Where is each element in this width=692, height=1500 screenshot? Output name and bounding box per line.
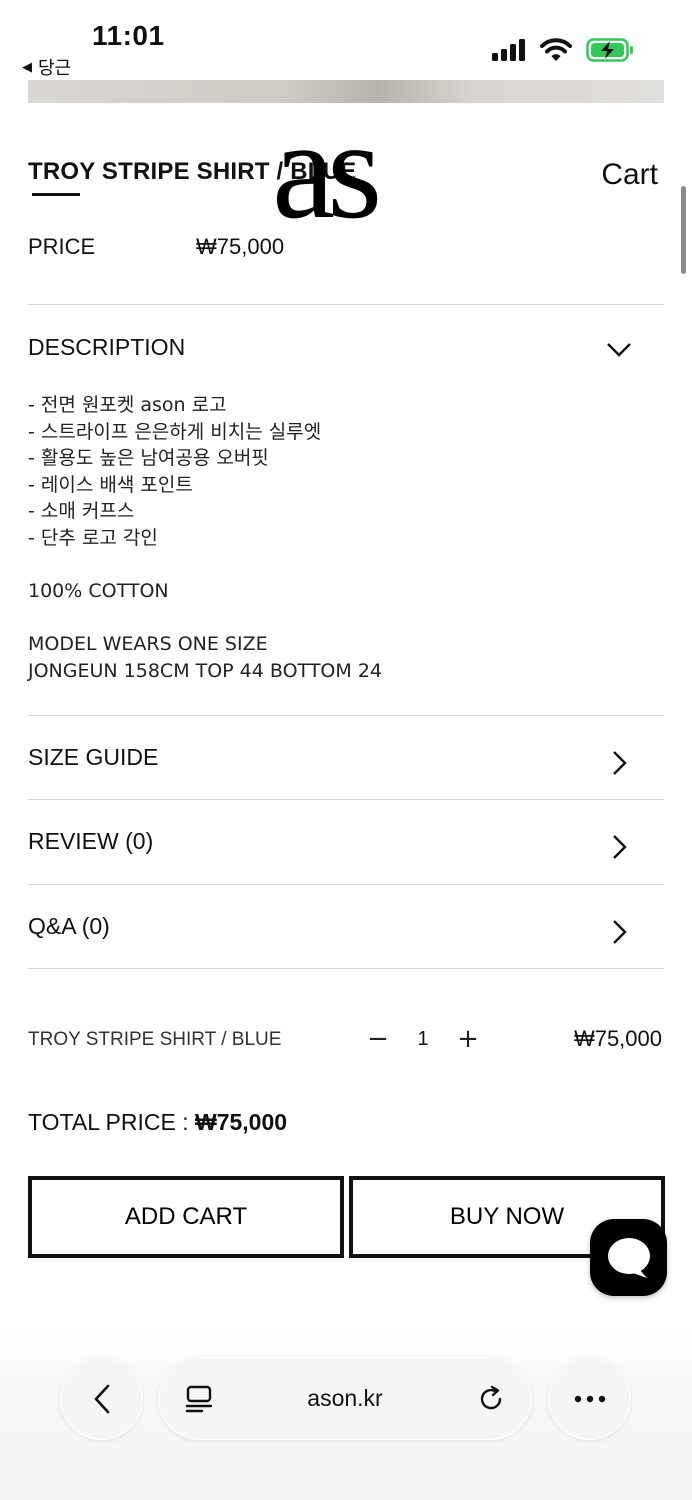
divider — [28, 884, 664, 885]
quantity-value[interactable]: 1 — [390, 1028, 456, 1051]
description-body: - 전면 원포켓 ason 로고 - 스트라이프 은은하게 비치는 실루엣 - … — [28, 392, 382, 685]
menu-icon[interactable] — [32, 193, 80, 196]
browser-back-button[interactable] — [60, 1357, 143, 1440]
total-value: ₩75,000 — [195, 1109, 288, 1135]
cart-link[interactable]: Cart — [601, 158, 658, 192]
chevron-left-icon — [94, 1384, 109, 1413]
battery-charging-icon — [586, 38, 633, 62]
description-line: - 스트라이프 은은하게 비치는 실루엣 — [28, 420, 322, 443]
chat-button[interactable] — [590, 1219, 667, 1296]
quantity-decrease-button[interactable]: − — [366, 1024, 390, 1054]
more-dots-icon — [574, 1395, 605, 1402]
divider — [28, 968, 664, 969]
total-price: TOTAL PRICE : ₩75,000 — [28, 1109, 287, 1136]
brand-logo[interactable]: as — [272, 98, 382, 240]
add-cart-button[interactable]: ADD CART — [28, 1176, 344, 1258]
scrollbar[interactable] — [681, 186, 686, 274]
chevron-right-icon[interactable] — [604, 748, 634, 778]
quantity-increase-button[interactable]: + — [456, 1024, 480, 1054]
order-item-price: ₩75,000 — [573, 1026, 662, 1051]
address-bar[interactable]: ason.kr — [158, 1357, 532, 1440]
status-time: 11:01 — [92, 20, 165, 51]
description-line: - 전면 원포켓 ason 로고 — [28, 394, 227, 416]
chat-bubble-icon — [607, 1237, 650, 1278]
divider — [28, 715, 664, 716]
url-text[interactable]: ason.kr — [307, 1385, 382, 1412]
size-guide-link[interactable]: SIZE GUIDE — [28, 744, 158, 771]
price-value: ₩75,000 — [196, 234, 285, 259]
material-text: 100% COTTON — [28, 580, 169, 603]
more-options-button[interactable] — [548, 1357, 631, 1440]
back-app-label: 당근 — [38, 58, 72, 79]
review-link[interactable]: REVIEW (0) — [28, 828, 153, 855]
total-label: TOTAL PRICE : — [28, 1109, 195, 1135]
model-size-text: MODEL WEARS ONE SIZE — [28, 633, 268, 656]
back-to-app-link[interactable]: ◀ 당근 — [22, 54, 71, 80]
divider — [28, 304, 664, 305]
description-line: - 소매 커프스 — [28, 500, 135, 523]
quantity-stepper: − 1 + — [366, 1024, 480, 1054]
model-measure-text: JONGEUN 158CM TOP 44 BOTTOM 24 — [28, 659, 382, 682]
signal-icon — [492, 39, 525, 61]
description-line: - 단추 로고 각인 — [28, 526, 158, 549]
chevron-right-icon[interactable] — [604, 832, 634, 862]
order-item-name: TROY STRIPE SHIRT / BLUE — [28, 1029, 282, 1050]
description-line: - 활용도 높은 남여공용 오버핏 — [28, 447, 269, 470]
reload-icon[interactable] — [476, 1384, 506, 1414]
qa-link[interactable]: Q&A (0) — [28, 913, 110, 940]
reader-tabs-icon[interactable] — [184, 1384, 214, 1414]
status-icons — [492, 38, 634, 62]
description-toggle[interactable]: DESCRIPTION — [28, 334, 185, 361]
chevron-down-icon[interactable] — [604, 334, 634, 364]
back-triangle-icon: ◀ — [22, 59, 32, 75]
chevron-right-icon[interactable] — [604, 917, 634, 947]
description-line: - 레이스 배색 포인트 — [28, 473, 193, 496]
divider — [28, 799, 664, 800]
wifi-icon — [540, 38, 572, 61]
price-label: PRICE — [28, 234, 96, 259]
